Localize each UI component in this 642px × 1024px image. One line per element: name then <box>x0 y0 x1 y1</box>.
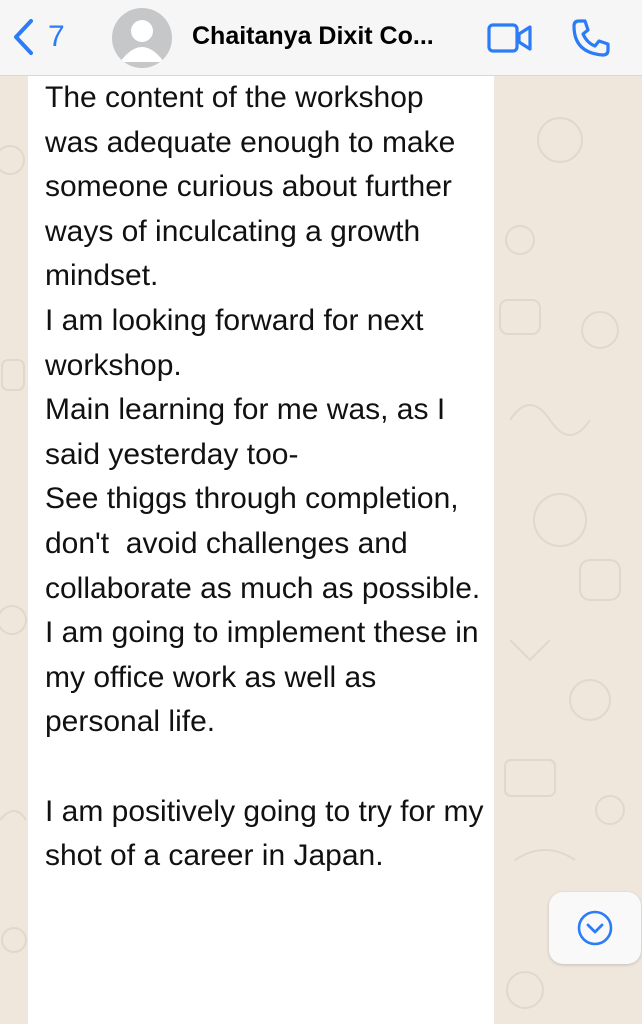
avatar[interactable] <box>112 8 172 68</box>
person-silhouette-icon <box>120 20 164 62</box>
message-bubble: The content of the workshop was adequate… <box>28 76 494 1024</box>
message-text: The content of the workshop was adequate… <box>45 81 484 873</box>
phone-icon <box>572 19 610 57</box>
unread-count: 7 <box>48 20 65 53</box>
chat-header: 7 Chaitanya Dixit Co... <box>0 0 642 76</box>
video-camera-icon <box>487 23 532 53</box>
chevron-left-icon <box>14 19 33 55</box>
contact-name[interactable]: Chaitanya Dixit Co... <box>192 22 472 51</box>
chevron-down-circle-icon <box>577 910 613 946</box>
voice-call-button[interactable] <box>568 16 612 60</box>
scroll-to-bottom-button[interactable] <box>549 892 641 964</box>
back-button[interactable]: 7 <box>12 14 82 60</box>
video-call-button[interactable] <box>487 20 533 56</box>
